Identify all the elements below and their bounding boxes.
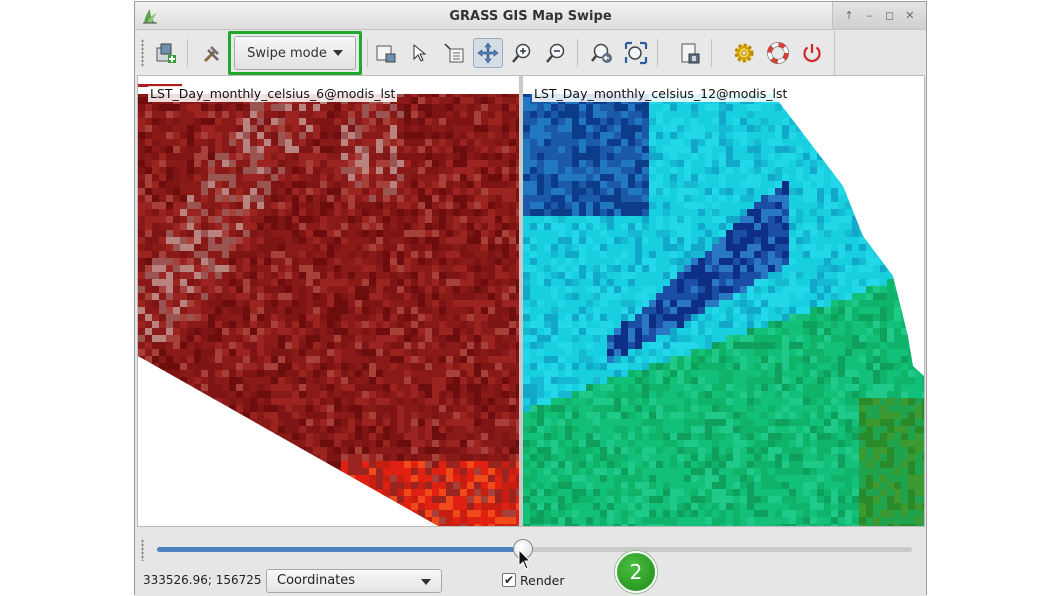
swipe-slider[interactable] [157, 547, 912, 552]
display-map-button[interactable] [371, 38, 401, 68]
toolbar-grip[interactable] [141, 39, 144, 67]
minimize-window-icon[interactable]: – [861, 9, 877, 22]
window-title: GRASS GIS Map Swipe [135, 9, 926, 24]
save-map-image-icon [678, 41, 702, 65]
quit-button[interactable] [797, 38, 827, 68]
preferences-button[interactable] [729, 38, 759, 68]
zoom-to-extent-button[interactable] [621, 38, 651, 68]
chevron-down-icon [333, 50, 343, 56]
right-raster-map [523, 76, 924, 526]
swipe-mode-dropdown[interactable]: Swipe mode [234, 36, 356, 70]
left-map-layer-name: LST_Day_monthly_celsius_6@modis_lst [148, 86, 397, 102]
zoom-extent-icon [624, 41, 648, 65]
display-map-icon [374, 41, 398, 65]
display-mode-select[interactable]: Coordinates [266, 569, 442, 593]
pointer-icon [408, 41, 432, 65]
save-image-button[interactable] [675, 38, 705, 68]
zoom-out-button[interactable] [541, 38, 571, 68]
settings-button[interactable] [197, 38, 227, 68]
map-swipe-canvas[interactable]: LST_Day_monthly_celsius_6@modis_lst LST_… [137, 75, 925, 527]
select-maps-button[interactable] [151, 38, 181, 68]
close-window-icon[interactable]: ✕ [902, 9, 918, 22]
pointer-button[interactable] [405, 38, 435, 68]
lifebuoy-help-icon [766, 41, 790, 65]
mouse-cursor-icon [518, 549, 532, 571]
toolbar-separator [711, 39, 712, 67]
zoom-out-icon [544, 41, 568, 65]
display-mode-value: Coordinates [277, 573, 355, 588]
tools-hammer-icon [200, 41, 224, 65]
toolbar-separator [657, 39, 658, 67]
toolbar-separator [577, 39, 578, 67]
zoom-back-icon [590, 41, 614, 65]
swipe-slider-fill [157, 547, 523, 552]
chevron-down-icon [421, 579, 431, 585]
map-swipe-window: GRASS GIS Map Swipe ↑ – ◻ ✕ [134, 1, 927, 595]
window-controls: ↑ – ◻ ✕ [832, 2, 926, 29]
pan-move-icon [476, 41, 500, 65]
toolbar-separator [367, 39, 368, 67]
render-label: Render [520, 573, 565, 588]
pan-button[interactable] [473, 38, 503, 68]
gear-icon [732, 41, 756, 65]
power-icon [800, 41, 824, 65]
query-info-icon [442, 41, 466, 65]
toolbar-separator [187, 39, 188, 67]
query-button[interactable] [439, 38, 469, 68]
zoom-in-icon [510, 41, 534, 65]
shade-window-icon[interactable]: ↑ [841, 9, 857, 22]
render-checkbox[interactable]: ✔ [502, 573, 516, 587]
title-bar: GRASS GIS Map Swipe ↑ – ◻ ✕ [135, 2, 926, 30]
maximize-window-icon[interactable]: ◻ [882, 9, 898, 22]
add-map-layers-icon [154, 41, 178, 65]
main-toolbar: Swipe mode [135, 31, 835, 75]
zoom-back-button[interactable] [587, 38, 617, 68]
bottom-panel: 333526.96; 156725 Coordinates ✔ Render 2 [135, 527, 926, 596]
slider-grip[interactable] [141, 539, 144, 561]
step-number-badge: 2 [615, 551, 657, 593]
zoom-in-button[interactable] [507, 38, 537, 68]
coordinates-readout: 333526.96; 156725 [143, 573, 262, 587]
right-map-layer-name: LST_Day_monthly_celsius_12@modis_lst [532, 86, 789, 102]
help-button[interactable] [763, 38, 793, 68]
swipe-mode-label: Swipe mode [247, 46, 327, 61]
left-raster-map [138, 76, 519, 526]
